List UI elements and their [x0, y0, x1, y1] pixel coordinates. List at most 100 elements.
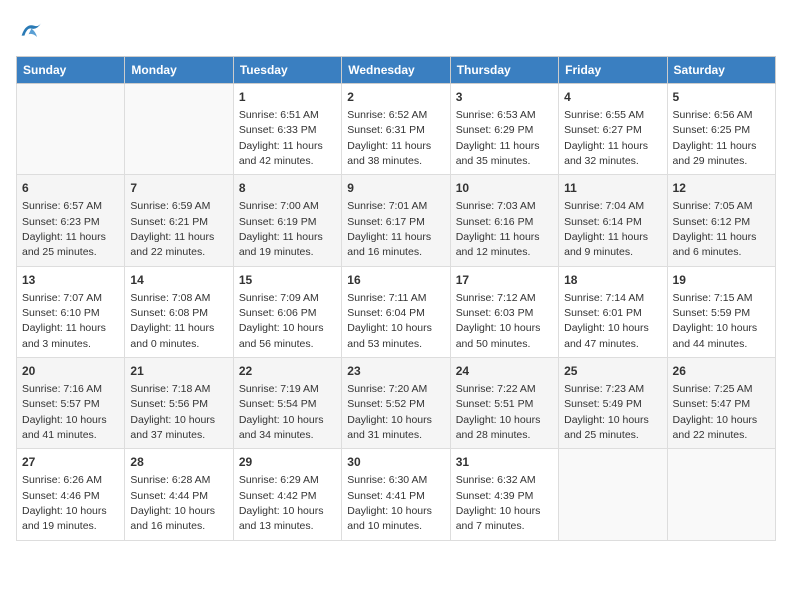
day-detail: Sunrise: 6:51 AM Sunset: 6:33 PM Dayligh…: [239, 109, 323, 167]
day-detail: Sunrise: 7:09 AM Sunset: 6:06 PM Dayligh…: [239, 292, 324, 350]
day-detail: Sunrise: 6:56 AM Sunset: 6:25 PM Dayligh…: [673, 109, 757, 167]
calendar-week-3: 13 Sunrise: 7:07 AM Sunset: 6:10 PM Dayli…: [17, 266, 776, 357]
calendar-cell: 21 Sunrise: 7:18 AM Sunset: 5:56 PM Dayli…: [125, 358, 233, 449]
calendar-cell: 23Sunrise: 7:20 AM Sunset: 5:52 PM Dayli…: [342, 358, 450, 449]
calendar-week-4: 20 Sunrise: 7:16 AM Sunset: 5:57 PM Dayli…: [17, 358, 776, 449]
day-detail: Sunrise: 6:55 AM Sunset: 6:27 PM Dayligh…: [564, 109, 648, 167]
day-number: 4: [564, 89, 661, 106]
calendar-table: SundayMondayTuesdayWednesdayThursdayFrid…: [16, 56, 776, 541]
day-detail: Sunrise: 6:57 AM Sunset: 6:23 PM Dayligh…: [22, 200, 106, 258]
calendar-cell: 13 Sunrise: 7:07 AM Sunset: 6:10 PM Dayli…: [17, 266, 125, 357]
calendar-cell: 26Sunrise: 7:25 AM Sunset: 5:47 PM Dayli…: [667, 358, 775, 449]
calendar-week-2: 6 Sunrise: 6:57 AM Sunset: 6:23 PM Daylig…: [17, 175, 776, 266]
day-number: 1: [239, 89, 336, 106]
weekday-header-row: SundayMondayTuesdayWednesdayThursdayFrid…: [17, 57, 776, 84]
day-detail: Sunrise: 7:01 AM Sunset: 6:17 PM Dayligh…: [347, 200, 431, 258]
day-number: 12: [673, 180, 770, 197]
day-number: 13: [22, 272, 119, 289]
day-detail: Sunrise: 6:28 AM Sunset: 4:44 PM Dayligh…: [130, 474, 215, 532]
calendar-cell: 6 Sunrise: 6:57 AM Sunset: 6:23 PM Daylig…: [17, 175, 125, 266]
day-number: 9: [347, 180, 444, 197]
calendar-cell: 24 Sunrise: 7:22 AM Sunset: 5:51 PM Dayli…: [450, 358, 558, 449]
calendar-cell: 11 Sunrise: 7:04 AM Sunset: 6:14 PM Dayli…: [559, 175, 667, 266]
calendar-cell: 10 Sunrise: 7:03 AM Sunset: 6:16 PM Dayli…: [450, 175, 558, 266]
day-detail: Sunrise: 7:00 AM Sunset: 6:19 PM Dayligh…: [239, 200, 323, 258]
calendar-cell: 20 Sunrise: 7:16 AM Sunset: 5:57 PM Dayli…: [17, 358, 125, 449]
day-number: 25: [564, 363, 661, 380]
day-detail: Sunrise: 7:08 AM Sunset: 6:08 PM Dayligh…: [130, 292, 214, 350]
calendar-cell: 12Sunrise: 7:05 AM Sunset: 6:12 PM Dayli…: [667, 175, 775, 266]
day-detail: Sunrise: 7:22 AM Sunset: 5:51 PM Dayligh…: [456, 383, 541, 441]
day-detail: Sunrise: 7:19 AM Sunset: 5:54 PM Dayligh…: [239, 383, 324, 441]
day-number: 8: [239, 180, 336, 197]
day-number: 6: [22, 180, 119, 197]
day-detail: Sunrise: 6:29 AM Sunset: 4:42 PM Dayligh…: [239, 474, 324, 532]
day-number: 2: [347, 89, 444, 106]
day-number: 26: [673, 363, 770, 380]
calendar-cell: 1 Sunrise: 6:51 AM Sunset: 6:33 PM Daylig…: [233, 84, 341, 175]
calendar-cell: 9 Sunrise: 7:01 AM Sunset: 6:17 PM Daylig…: [342, 175, 450, 266]
day-number: 3: [456, 89, 553, 106]
calendar-cell: 31 Sunrise: 6:32 AM Sunset: 4:39 PM Dayli…: [450, 449, 558, 540]
calendar-cell: [667, 449, 775, 540]
calendar-cell: 14 Sunrise: 7:08 AM Sunset: 6:08 PM Dayli…: [125, 266, 233, 357]
day-number: 7: [130, 180, 227, 197]
day-detail: Sunrise: 6:30 AM Sunset: 4:41 PM Dayligh…: [347, 474, 432, 532]
weekday-header-saturday: Saturday: [667, 57, 775, 84]
page-header: [16, 16, 776, 44]
day-number: 22: [239, 363, 336, 380]
calendar-cell: 15 Sunrise: 7:09 AM Sunset: 6:06 PM Dayli…: [233, 266, 341, 357]
weekday-header-monday: Monday: [125, 57, 233, 84]
day-number: 30: [347, 454, 444, 471]
calendar-cell: 5Sunrise: 6:56 AM Sunset: 6:25 PM Daylig…: [667, 84, 775, 175]
day-number: 27: [22, 454, 119, 471]
calendar-cell: 17Sunrise: 7:12 AM Sunset: 6:03 PM Dayli…: [450, 266, 558, 357]
day-detail: Sunrise: 7:16 AM Sunset: 5:57 PM Dayligh…: [22, 383, 107, 441]
day-detail: Sunrise: 7:07 AM Sunset: 6:10 PM Dayligh…: [22, 292, 106, 350]
day-detail: Sunrise: 7:14 AM Sunset: 6:01 PM Dayligh…: [564, 292, 649, 350]
weekday-header-thursday: Thursday: [450, 57, 558, 84]
day-detail: Sunrise: 6:32 AM Sunset: 4:39 PM Dayligh…: [456, 474, 541, 532]
day-number: 14: [130, 272, 227, 289]
day-detail: Sunrise: 7:03 AM Sunset: 6:16 PM Dayligh…: [456, 200, 540, 258]
day-number: 20: [22, 363, 119, 380]
calendar-cell: 29Sunrise: 6:29 AM Sunset: 4:42 PM Dayli…: [233, 449, 341, 540]
day-number: 28: [130, 454, 227, 471]
calendar-cell: 28 Sunrise: 6:28 AM Sunset: 4:44 PM Dayli…: [125, 449, 233, 540]
calendar-cell: 22 Sunrise: 7:19 AM Sunset: 5:54 PM Dayli…: [233, 358, 341, 449]
day-number: 16: [347, 272, 444, 289]
calendar-cell: 25 Sunrise: 7:23 AM Sunset: 5:49 PM Dayli…: [559, 358, 667, 449]
day-number: 10: [456, 180, 553, 197]
calendar-cell: 18 Sunrise: 7:14 AM Sunset: 6:01 PM Dayli…: [559, 266, 667, 357]
day-number: 23: [347, 363, 444, 380]
day-number: 15: [239, 272, 336, 289]
day-detail: Sunrise: 7:11 AM Sunset: 6:04 PM Dayligh…: [347, 292, 432, 350]
calendar-cell: 16 Sunrise: 7:11 AM Sunset: 6:04 PM Dayli…: [342, 266, 450, 357]
day-detail: Sunrise: 6:26 AM Sunset: 4:46 PM Dayligh…: [22, 474, 107, 532]
calendar-cell: 8 Sunrise: 7:00 AM Sunset: 6:19 PM Daylig…: [233, 175, 341, 266]
day-detail: Sunrise: 6:59 AM Sunset: 6:21 PM Dayligh…: [130, 200, 214, 258]
day-number: 17: [456, 272, 553, 289]
calendar-week-1: 1 Sunrise: 6:51 AM Sunset: 6:33 PM Daylig…: [17, 84, 776, 175]
day-number: 11: [564, 180, 661, 197]
calendar-cell: 30 Sunrise: 6:30 AM Sunset: 4:41 PM Dayli…: [342, 449, 450, 540]
calendar-cell: [559, 449, 667, 540]
day-detail: Sunrise: 6:53 AM Sunset: 6:29 PM Dayligh…: [456, 109, 540, 167]
calendar-cell: 4 Sunrise: 6:55 AM Sunset: 6:27 PM Daylig…: [559, 84, 667, 175]
day-detail: Sunrise: 7:18 AM Sunset: 5:56 PM Dayligh…: [130, 383, 215, 441]
day-number: 31: [456, 454, 553, 471]
calendar-cell: 3 Sunrise: 6:53 AM Sunset: 6:29 PM Daylig…: [450, 84, 558, 175]
day-number: 21: [130, 363, 227, 380]
weekday-header-friday: Friday: [559, 57, 667, 84]
logo-icon: [16, 16, 44, 44]
calendar-cell: [17, 84, 125, 175]
weekday-header-sunday: Sunday: [17, 57, 125, 84]
day-detail: Sunrise: 7:23 AM Sunset: 5:49 PM Dayligh…: [564, 383, 649, 441]
weekday-header-wednesday: Wednesday: [342, 57, 450, 84]
calendar-cell: [125, 84, 233, 175]
day-number: 18: [564, 272, 661, 289]
day-detail: Sunrise: 7:04 AM Sunset: 6:14 PM Dayligh…: [564, 200, 648, 258]
calendar-cell: 2 Sunrise: 6:52 AM Sunset: 6:31 PM Daylig…: [342, 84, 450, 175]
day-detail: Sunrise: 6:52 AM Sunset: 6:31 PM Dayligh…: [347, 109, 431, 167]
day-number: 24: [456, 363, 553, 380]
